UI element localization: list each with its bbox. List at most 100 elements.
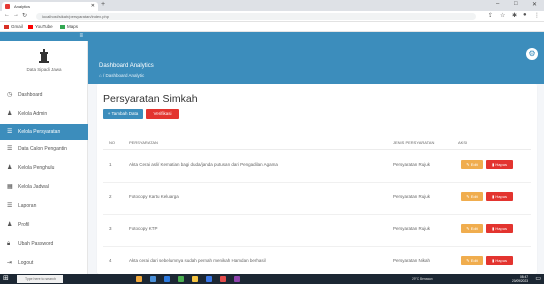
page-title: Persyaratan Simkah bbox=[103, 93, 198, 105]
sidebar-item-logout[interactable]: ⇥ Logout bbox=[0, 254, 88, 273]
row-jenis: Persyaratan Rujuk bbox=[393, 226, 431, 231]
list-icon: ☰ bbox=[7, 146, 13, 152]
weather-tray[interactable]: 29°C Berawan bbox=[412, 274, 433, 284]
landscape-app-icon[interactable] bbox=[136, 276, 142, 282]
page-heading: Dashboard Analytics bbox=[99, 63, 154, 69]
edit-button[interactable]: ✎ Edit bbox=[461, 192, 483, 201]
user-icon: ♟ bbox=[7, 111, 13, 117]
trash-icon: ▮ bbox=[492, 194, 495, 199]
table-row: 1 Akta Cerai asli/ Kematian bagi duda/ja… bbox=[103, 150, 531, 183]
pencil-icon: ✎ bbox=[466, 162, 470, 167]
maximize-icon[interactable]: □ bbox=[514, 1, 518, 7]
sidebar-item-ubah-password[interactable]: 🔒︎ Ubah Password bbox=[0, 235, 88, 254]
list-icon: ☰ bbox=[7, 129, 13, 135]
tab-title: Analytics bbox=[14, 4, 31, 9]
row-number: 2 bbox=[109, 194, 112, 199]
url-input[interactable]: localhost/sikah/persyaratan/index.php bbox=[36, 13, 476, 20]
row-persyaratan: Fotocopy Kartu Keluarga bbox=[129, 194, 179, 199]
breadcrumb-current: Dashboard Analytic bbox=[105, 73, 145, 78]
row-persyaratan: Akta cerai dari sebelumnya sudah pernah … bbox=[129, 258, 266, 263]
back-icon[interactable]: ← bbox=[4, 12, 10, 18]
sidebar-item-kelola-persyaratan[interactable]: ☰ Kelola Persyaratan bbox=[0, 124, 88, 140]
close-window-icon[interactable]: ✕ bbox=[532, 1, 537, 8]
edit-button[interactable]: ✎ Edit bbox=[461, 160, 483, 169]
profile-icon[interactable]: ● bbox=[523, 12, 527, 18]
bookmark-gmail[interactable]: Gmail bbox=[4, 22, 23, 32]
delete-button[interactable]: ▮ Hapus bbox=[486, 224, 513, 233]
lock-icon: 🔒︎ bbox=[7, 241, 11, 247]
bookmarks-bar: Gmail YouTube Maps bbox=[0, 22, 544, 32]
row-jenis: Persyaratan Rujuk bbox=[393, 162, 431, 167]
system-clock[interactable]: 08:47 20/09/2023 bbox=[512, 275, 528, 283]
requirements-card: Persyaratan Simkah + Tambah Data Verifik… bbox=[97, 84, 537, 274]
app-purple-icon[interactable] bbox=[234, 276, 240, 282]
sidebar-item-kelola-admin[interactable]: ♟ Kelola Admin bbox=[0, 105, 88, 124]
list-icon: ☰ bbox=[7, 203, 13, 209]
row-number: 4 bbox=[109, 258, 112, 263]
sidebar-header-strip: ≡ bbox=[0, 32, 88, 41]
dashboard-icon: ◷ bbox=[7, 92, 13, 98]
tab-close-icon[interactable]: ✕ bbox=[91, 2, 95, 11]
edit-button[interactable]: ✎ Edit bbox=[461, 224, 483, 233]
user-icon: ♟ bbox=[7, 222, 13, 228]
sidebar-item-dashboard[interactable]: ◷ Dashboard bbox=[0, 86, 88, 105]
address-bar-row: ← → ↻ localhost/sikah/persyaratan/index.… bbox=[0, 11, 544, 22]
new-tab-icon[interactable]: + bbox=[101, 1, 105, 8]
browser-tab-strip: Analytics ✕ + – □ ✕ bbox=[0, 0, 544, 11]
pencil-icon: ✎ bbox=[466, 258, 470, 263]
minimize-icon[interactable]: – bbox=[496, 1, 499, 7]
bookmark-maps[interactable]: Maps bbox=[60, 22, 78, 32]
row-persyaratan: Fotocopy KTP bbox=[129, 226, 158, 231]
task-view-icon[interactable] bbox=[150, 276, 156, 282]
menu-dots-icon[interactable]: ⋮ bbox=[534, 12, 540, 19]
sidebar-item-data-calon-pengantin[interactable]: ☰ Data Calon Pengantin bbox=[0, 140, 88, 159]
extensions-icon[interactable]: ✱ bbox=[512, 12, 517, 19]
gmail-icon bbox=[4, 24, 9, 29]
sidebar-item-profil[interactable]: ♟ Profil bbox=[0, 216, 88, 235]
trash-icon: ▮ bbox=[492, 226, 495, 231]
delete-button[interactable]: ▮ Hapus bbox=[486, 160, 513, 169]
app-red-icon[interactable] bbox=[220, 276, 226, 282]
user-icon: ♟ bbox=[7, 165, 13, 171]
share-icon[interactable]: ⇪ bbox=[488, 12, 493, 19]
settings-icon[interactable]: ⚙ bbox=[526, 48, 538, 60]
taskbar-search-input[interactable]: Type here to search bbox=[17, 275, 63, 283]
edge-icon[interactable] bbox=[164, 276, 170, 282]
collapse-sidebar-icon[interactable]: ≡ bbox=[79, 33, 83, 39]
maps-icon bbox=[60, 24, 65, 29]
table-row: 3 Fotocopy KTP Persyaratan Rujuk ✎ Edit … bbox=[103, 214, 531, 247]
row-jenis: Persyaratan Nikah bbox=[393, 258, 431, 263]
column-header-no: NO bbox=[109, 140, 115, 145]
delete-button[interactable]: ▮ Hapus bbox=[486, 192, 513, 201]
edit-button[interactable]: ✎ Edit bbox=[461, 256, 483, 265]
column-header-jenis: JENIS PERSYARATAN bbox=[393, 140, 435, 145]
bookmark-star-icon[interactable]: ☆ bbox=[500, 12, 505, 19]
delete-button[interactable]: ▮ Hapus bbox=[486, 256, 513, 265]
browser-tab[interactable]: Analytics ✕ bbox=[2, 2, 98, 11]
sidebar-item-kelola-jadwal[interactable]: ▦ Kelola Jadwal bbox=[0, 178, 88, 197]
trash-icon: ▮ bbox=[492, 162, 495, 167]
sidebar: ≡ Data Sipadi Jawa ◷ Dashboard ♟ Kelola Ad… bbox=[0, 32, 88, 274]
table-row: 4 Akta cerai dari sebelumnya sudah perna… bbox=[103, 246, 531, 274]
file-explorer-icon[interactable] bbox=[192, 276, 198, 282]
bookmark-youtube[interactable]: YouTube bbox=[28, 22, 53, 32]
trash-icon: ▮ bbox=[492, 258, 495, 263]
verify-button[interactable]: Verifikasi bbox=[146, 109, 179, 119]
app-name: Data Sipadi Jawa bbox=[26, 67, 62, 72]
add-data-button[interactable]: + Tambah Data bbox=[103, 109, 143, 119]
sidebar-item-kelola-penghulu[interactable]: ♟ Kelola Penghulu bbox=[0, 159, 88, 178]
home-icon[interactable]: ⌂ bbox=[99, 73, 102, 78]
row-jenis: Persyaratan Rujuk bbox=[393, 194, 431, 199]
store-icon[interactable] bbox=[206, 276, 212, 282]
table-header: NO PERSYARATAN JENIS PERSYARATAN AKSI bbox=[103, 137, 531, 150]
table-row: 2 Fotocopy Kartu Keluarga Persyaratan Ru… bbox=[103, 182, 531, 215]
sidebar-item-laporan[interactable]: ☰ Laporan bbox=[0, 197, 88, 216]
row-number: 3 bbox=[109, 226, 112, 231]
chrome-icon[interactable] bbox=[178, 276, 184, 282]
reload-icon[interactable]: ↻ bbox=[22, 12, 27, 19]
sidebar-menu: ◷ Dashboard ♟ Kelola Admin ☰ Kelola Persyar… bbox=[0, 86, 88, 273]
forward-icon[interactable]: → bbox=[13, 12, 19, 18]
windows-start-icon[interactable]: ⊞ bbox=[3, 275, 11, 283]
notification-icon[interactable]: ▭ bbox=[535, 275, 541, 282]
pencil-icon: ✎ bbox=[466, 226, 470, 231]
